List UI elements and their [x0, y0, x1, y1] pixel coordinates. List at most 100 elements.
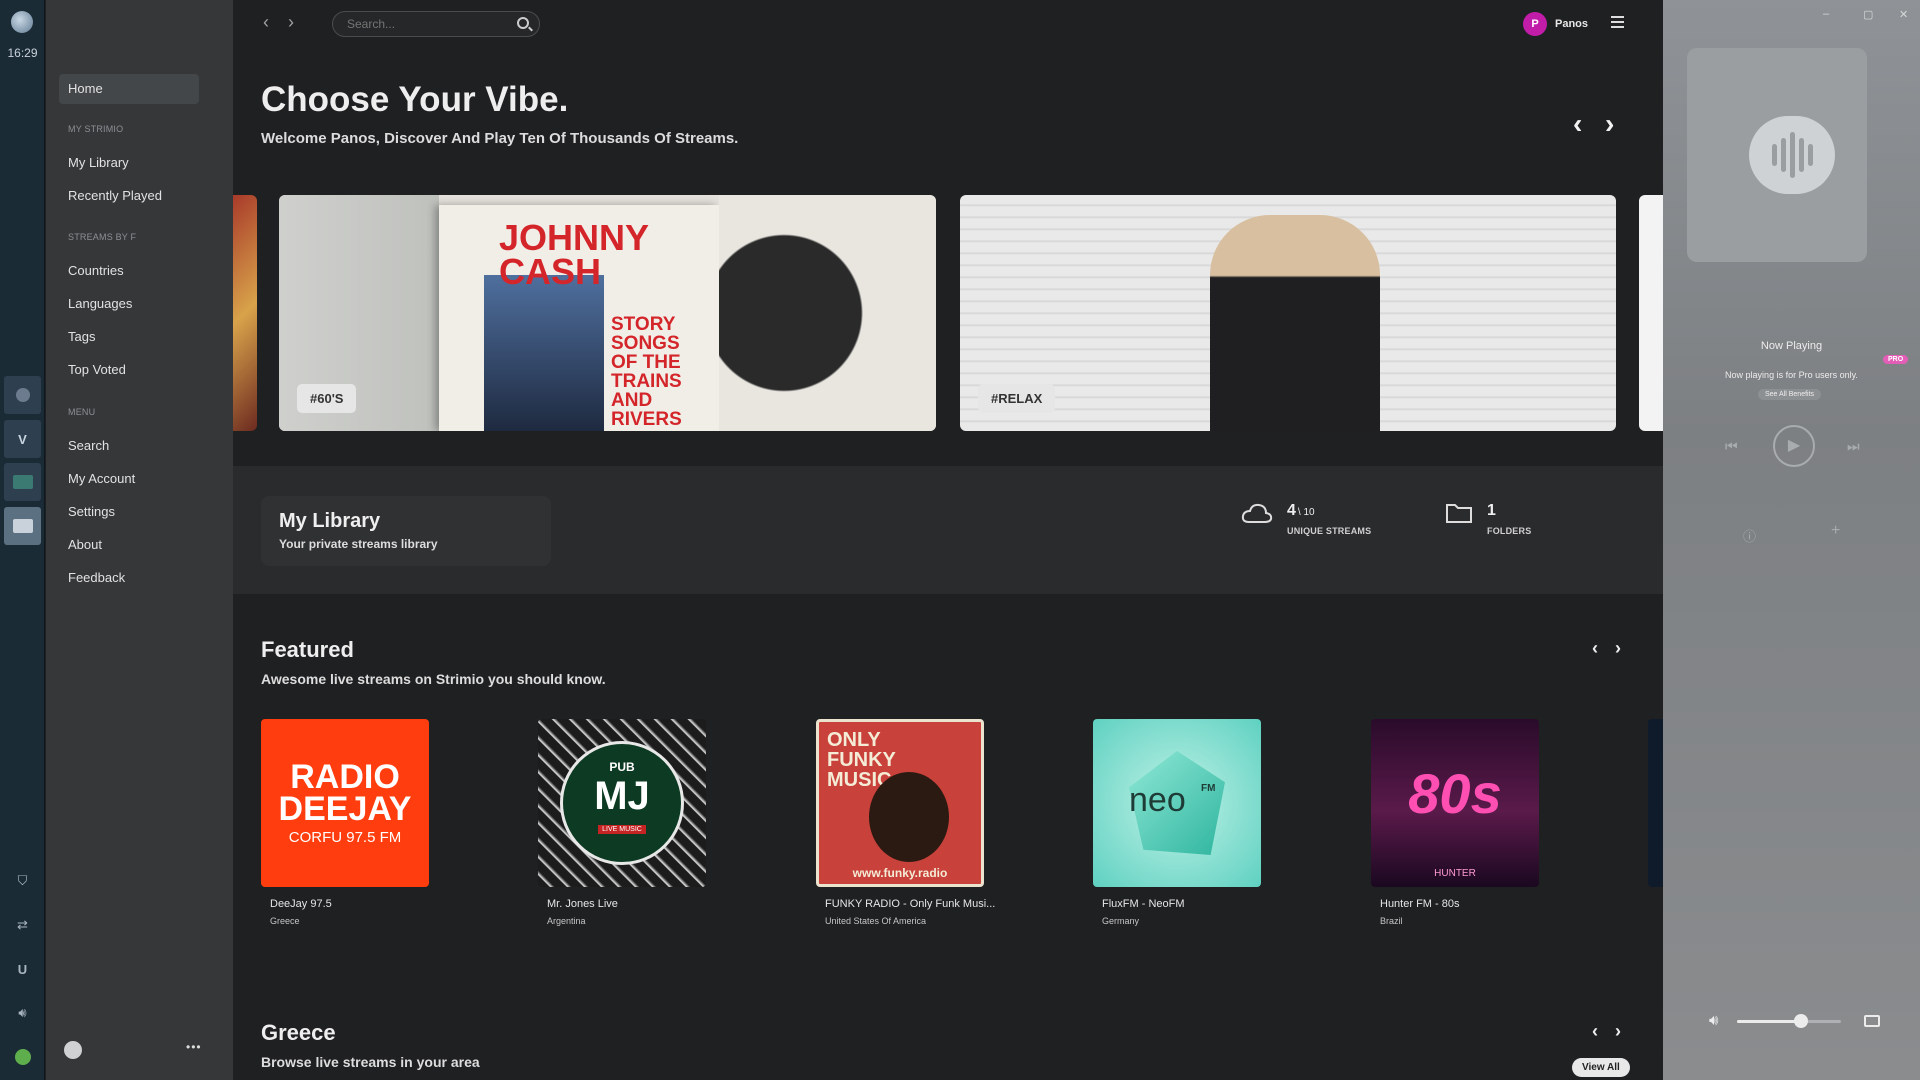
station-art: neo FM	[1093, 719, 1261, 887]
station-art: PUB MJ LIVE MUSIC	[538, 719, 706, 887]
library-card[interactable]: My Library Your private streams library	[261, 496, 551, 566]
station-name: Mr. Jones Live	[547, 898, 618, 910]
back-arrow-icon[interactable]: ‹	[263, 12, 269, 33]
now-playing-panel: – ▢ ✕ Now Playing PRO Now playing is for…	[1663, 0, 1920, 1080]
taskbar-app-2-icon[interactable]: V	[4, 420, 41, 458]
station-name: Hunter FM - 80s	[1380, 898, 1460, 910]
volume-tray-icon[interactable]: 🔊︎	[4, 994, 41, 1032]
sidebar-item-my-library[interactable]: My Library	[59, 148, 199, 178]
sidebar-item-settings[interactable]: Settings	[59, 497, 199, 527]
folders-label: FOLDERS	[1487, 526, 1532, 536]
play-button-icon[interactable]: ▶	[1773, 425, 1815, 467]
album-cover-art: JOHNNY CASH STORY SONGS OF THE TRAINS AN…	[439, 205, 719, 431]
unique-streams-stat: 4 \ 10 UNIQUE STREAMS	[1241, 502, 1371, 536]
info-icon[interactable]: ⓘ	[1743, 526, 1756, 545]
sidebar-item-recently-played[interactable]: Recently Played	[59, 181, 199, 211]
volume-slider-handle[interactable]	[1794, 1014, 1809, 1028]
greece-next-arrow-icon[interactable]: ›	[1615, 1021, 1621, 1042]
user-name[interactable]: Panos	[1555, 18, 1588, 30]
taskbar-app-3-icon[interactable]	[4, 463, 41, 501]
search-input[interactable]	[347, 12, 507, 36]
vibe-card-60s[interactable]: JOHNNY CASH STORY SONGS OF THE TRAINS AN…	[279, 195, 936, 431]
station-card[interactable]: neo FM FluxFM - NeoFM Germany	[1093, 719, 1261, 926]
launcher-icon[interactable]	[11, 11, 33, 33]
add-icon[interactable]: +	[1831, 522, 1840, 540]
album-subtitle: STORY SONGS OF THE TRAINS AND RIVERS	[611, 314, 682, 430]
view-all-button[interactable]: View All	[1572, 1058, 1630, 1077]
streams-count: 4	[1287, 502, 1296, 519]
station-name: DeeJay 97.5	[270, 898, 332, 910]
sidebar-item-my-account[interactable]: My Account	[59, 464, 199, 494]
vibe-card-partial-right[interactable]	[1639, 195, 1663, 431]
close-icon[interactable]: ✕	[1899, 8, 1908, 21]
volume-icon[interactable]: 🔊︎	[1709, 1012, 1718, 1029]
hero-subtitle: Welcome Panos, Discover And Play Ten Of …	[261, 130, 739, 147]
cloud-icon	[1241, 503, 1273, 523]
sidebar-header-streams-by: STREAMS BY F	[68, 232, 137, 242]
now-playing-label: Now Playing	[1760, 340, 1823, 352]
vibe-tag: #RELAX	[978, 384, 1056, 413]
maximize-icon[interactable]: ▢	[1863, 8, 1873, 21]
sidebar-item-tags[interactable]: Tags	[59, 322, 199, 352]
status-tray-icon[interactable]	[4, 1038, 41, 1076]
avatar[interactable]: P	[1523, 12, 1547, 36]
station-art: 80s HUNTER	[1371, 719, 1539, 887]
station-card[interactable]: PUB MJ LIVE MUSIC Mr. Jones Live Argenti…	[538, 719, 706, 926]
shield-tray-icon[interactable]: ⛉	[4, 862, 41, 900]
sidebar-header-menu: MENU	[68, 407, 96, 417]
station-country: Germany	[1102, 916, 1140, 926]
featured-prev-arrow-icon[interactable]: ‹	[1592, 638, 1598, 659]
next-track-icon[interactable]: ⏭	[1847, 438, 1860, 455]
hamburger-menu-icon[interactable]	[1611, 16, 1624, 31]
featured-next-arrow-icon[interactable]: ›	[1615, 638, 1621, 659]
station-art: RADIO DEEJAY CORFU 97.5 FM	[261, 719, 429, 887]
sidebar-item-top-voted[interactable]: Top Voted	[59, 355, 199, 385]
network-tray-icon[interactable]: ⇄	[4, 906, 41, 944]
greece-title: Greece	[261, 1020, 336, 1045]
forward-arrow-icon[interactable]: ›	[288, 12, 294, 33]
search-icon[interactable]	[517, 17, 529, 29]
taskbar-clock: 16:29	[7, 46, 38, 60]
taskbar-app-1-icon[interactable]	[4, 376, 41, 414]
pro-badge: PRO	[1883, 355, 1909, 364]
streams-max: \ 10	[1297, 507, 1315, 518]
station-name: FluxFM - NeoFM	[1102, 898, 1185, 910]
minimize-icon[interactable]: –	[1823, 8, 1829, 20]
sidebar-item-search[interactable]: Search	[59, 431, 199, 461]
search-bar[interactable]	[332, 11, 540, 37]
sidebar-item-languages[interactable]: Languages	[59, 289, 199, 319]
card-person-image	[1210, 215, 1380, 431]
see-benefits-button[interactable]: See All Benefits	[1758, 389, 1822, 400]
sidebar-item-feedback[interactable]: Feedback	[59, 563, 199, 593]
sidebar-header-my-strimio: MY STRIMIO	[68, 124, 124, 134]
vibe-tag: #60'S	[297, 384, 357, 413]
sidebar-item-countries[interactable]: Countries	[59, 256, 199, 286]
audio-wave-icon	[1749, 116, 1835, 194]
folders-count: 1	[1487, 502, 1496, 519]
more-options-icon[interactable]: •••	[186, 1040, 202, 1054]
greece-prev-arrow-icon[interactable]: ‹	[1592, 1021, 1598, 1042]
previous-track-icon[interactable]: ⏮	[1725, 438, 1738, 455]
station-country: Argentina	[547, 916, 586, 926]
station-card[interactable]: RADIO DEEJAY CORFU 97.5 FM DeeJay 97.5 G…	[261, 719, 429, 926]
taskbar-app-strimio-icon[interactable]	[4, 507, 41, 545]
station-card[interactable]: 80s HUNTER Hunter FM - 80s Brazil	[1371, 719, 1539, 926]
station-card[interactable]: ONLY FUNKY MUSIC www.funky.radio FUNKY R…	[816, 719, 995, 926]
vibe-card-relax[interactable]: #RELAX	[960, 195, 1616, 431]
hero-next-arrow-icon[interactable]: ›	[1605, 110, 1614, 138]
sidebar-item-about[interactable]: About	[59, 530, 199, 560]
library-subtitle: Your private streams library	[279, 537, 438, 551]
folder-icon	[1446, 504, 1472, 523]
station-art: ONLY FUNKY MUSIC www.funky.radio	[816, 719, 984, 887]
station-country: Greece	[270, 916, 300, 926]
hero-prev-arrow-icon[interactable]: ‹	[1573, 110, 1582, 138]
app-sidebar: Home MY STRIMIO My Library Recently Play…	[46, 0, 233, 1080]
station-card-partial[interactable]	[1648, 719, 1663, 887]
volume-slider[interactable]	[1737, 1014, 1841, 1028]
vibe-card-partial-left[interactable]	[233, 195, 257, 431]
sidebar-item-home[interactable]: Home	[59, 74, 199, 104]
u-tray-icon[interactable]: U	[4, 950, 41, 988]
os-taskbar: 16:29 V ⛉ ⇄ U 🔊︎	[0, 0, 45, 1080]
user-menu[interactable]: P Panos	[1523, 12, 1588, 36]
miniplayer-icon[interactable]	[1864, 1015, 1880, 1027]
